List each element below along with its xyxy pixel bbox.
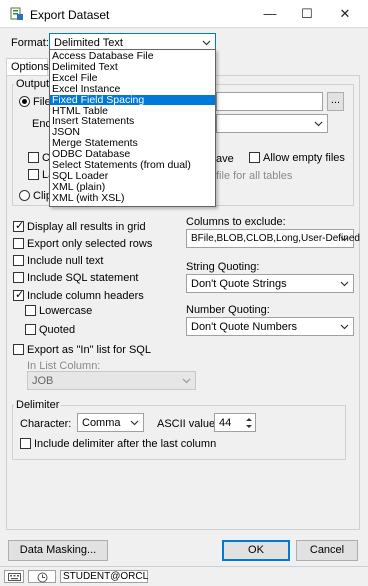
status-cell-keyboard bbox=[4, 570, 24, 583]
tab-options-label: Options bbox=[11, 61, 49, 73]
export-dataset-app-icon bbox=[10, 7, 24, 21]
chevron-down-icon bbox=[340, 324, 349, 330]
allow-empty-files-checkbox[interactable] bbox=[249, 152, 260, 163]
format-selected-value: Delimited Text bbox=[54, 37, 123, 49]
browse-button[interactable]: ... bbox=[327, 92, 344, 111]
export-in-list-label: Export as "In" list for SQL bbox=[27, 344, 151, 356]
minimize-button[interactable]: — bbox=[256, 4, 284, 24]
include-null-text-label: Include null text bbox=[27, 255, 104, 267]
string-quoting-select[interactable]: Don't Quote Strings bbox=[186, 274, 354, 293]
chevron-down-icon bbox=[182, 378, 191, 384]
columns-to-exclude-label: Columns to exclude: bbox=[186, 216, 286, 228]
string-quoting-label: String Quoting: bbox=[186, 261, 260, 273]
file-path-input[interactable] bbox=[216, 92, 323, 111]
status-cell-connection-icon bbox=[28, 570, 56, 583]
include-column-headers-label: Include column headers bbox=[27, 290, 144, 302]
string-quoting-value: Don't Quote Strings bbox=[191, 278, 287, 290]
chevron-down-icon bbox=[340, 236, 349, 242]
delimiter-group bbox=[12, 405, 346, 460]
delimiter-character-value: Comma bbox=[82, 417, 121, 429]
in-list-column-value: JOB bbox=[32, 375, 54, 387]
number-quoting-value: Don't Quote Numbers bbox=[191, 321, 298, 333]
close-button[interactable]: ✕ bbox=[331, 4, 359, 24]
ascii-value-label: ASCII value: bbox=[157, 418, 219, 430]
number-quoting-select[interactable]: Don't Quote Numbers bbox=[186, 317, 354, 336]
tab-options[interactable]: Options bbox=[6, 58, 49, 75]
lowercase-checkbox[interactable] bbox=[25, 305, 36, 316]
la-checkbox[interactable] bbox=[28, 169, 39, 180]
save-label-fragment: ave bbox=[216, 153, 234, 165]
columns-to-exclude-value: BFile,BLOB,CLOB,Long,User-Defined bbox=[191, 233, 360, 244]
ok-button[interactable]: OK bbox=[222, 540, 290, 561]
delimiter-group-label: Delimiter bbox=[14, 399, 62, 411]
data-masking-button[interactable]: Data Masking... bbox=[8, 540, 108, 561]
co-checkbox[interactable] bbox=[28, 152, 39, 163]
columns-to-exclude-select[interactable]: BFile,BLOB,CLOB,Long,User-Defined bbox=[186, 229, 360, 248]
number-quoting-label: Number Quoting: bbox=[186, 304, 270, 316]
include-column-headers-checkbox[interactable] bbox=[13, 288, 24, 301]
cancel-button[interactable]: Cancel bbox=[296, 540, 358, 561]
export-in-list-checkbox[interactable] bbox=[13, 344, 24, 355]
allow-empty-files-label: Allow empty files bbox=[263, 152, 345, 164]
file-radio[interactable] bbox=[19, 96, 30, 107]
spin-arrows-icon[interactable] bbox=[245, 416, 253, 430]
include-delimiter-after-last-checkbox[interactable] bbox=[20, 438, 31, 449]
include-sql-statement-checkbox[interactable] bbox=[13, 272, 24, 283]
quoted-checkbox[interactable] bbox=[25, 324, 36, 335]
quoted-label: Quoted bbox=[39, 324, 76, 336]
chevron-down-icon bbox=[202, 40, 211, 46]
maximize-button[interactable]: ☐ bbox=[293, 4, 321, 24]
clock-icon bbox=[37, 572, 48, 583]
ascii-value-stepper[interactable]: 44 bbox=[214, 413, 256, 432]
chevron-down-icon bbox=[314, 121, 323, 127]
delimiter-character-select[interactable]: Comma bbox=[77, 413, 144, 432]
keyboard-icon bbox=[8, 573, 21, 581]
format-option[interactable]: Excel Instance bbox=[50, 83, 215, 95]
file-for-all-tables-label: file for all tables bbox=[216, 170, 293, 182]
format-option[interactable]: XML (with XSL) bbox=[50, 192, 215, 204]
display-all-results-checkbox[interactable] bbox=[13, 219, 24, 232]
in-list-column-select[interactable]: JOB bbox=[27, 371, 196, 390]
format-label: Format: bbox=[11, 37, 49, 49]
character-label: Character: bbox=[20, 418, 72, 430]
include-delimiter-after-last-label: Include delimiter after the last column bbox=[34, 438, 217, 450]
include-null-text-checkbox[interactable] bbox=[13, 255, 24, 266]
export-only-selected-label: Export only selected rows bbox=[27, 238, 153, 250]
output-group-label: Output bbox=[14, 78, 52, 90]
export-only-selected-checkbox[interactable] bbox=[13, 238, 24, 249]
status-connection-text: STUDENT@ORCL bbox=[60, 570, 148, 583]
format-option[interactable]: Fixed Field Spacing bbox=[50, 94, 215, 106]
clipboard-radio[interactable] bbox=[19, 190, 30, 201]
format-dropdown-list: Access Database File Delimited Text Excel … bbox=[49, 49, 216, 207]
display-all-results-label: Display all results in grid bbox=[27, 221, 146, 233]
chevron-down-icon bbox=[130, 420, 139, 426]
ascii-value: 44 bbox=[219, 417, 232, 429]
chevron-down-icon bbox=[340, 281, 349, 287]
window-title: Export Dataset bbox=[30, 8, 110, 22]
include-sql-statement-label: Include SQL statement bbox=[27, 272, 139, 284]
encoding-select[interactable] bbox=[216, 114, 328, 133]
lowercase-label: Lowercase bbox=[39, 305, 93, 317]
